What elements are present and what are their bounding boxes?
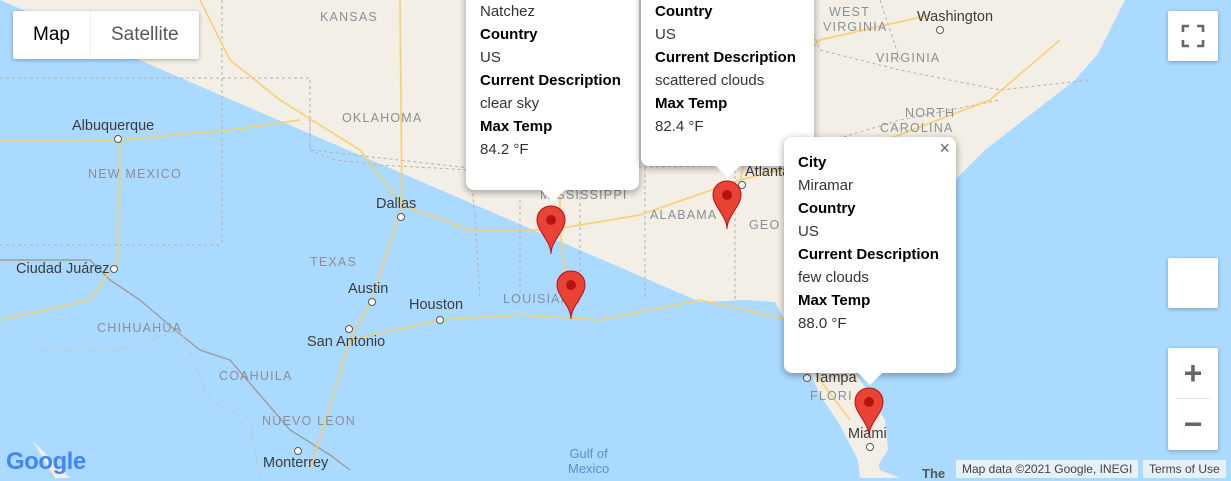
info-value: 88.0 °F — [798, 315, 847, 332]
state-label: VIRGINIA — [823, 20, 888, 34]
water-label-line: Mexico — [568, 461, 610, 476]
info-value: few clouds — [798, 269, 869, 286]
state-label: TEXAS — [310, 255, 357, 269]
info-key: Max Temp — [798, 292, 871, 309]
state-label: VIRGINIA — [876, 51, 941, 65]
city-label: Houston — [409, 297, 464, 313]
info-value: Natchez — [480, 3, 536, 20]
info-window: × City Miramar Country US Current Descri… — [784, 137, 956, 385]
info-key: City — [798, 154, 827, 171]
map-type-satellite-button[interactable]: Satellite — [89, 11, 199, 59]
city-label: Dallas — [376, 196, 417, 212]
city-dot — [294, 447, 302, 455]
info-key: Country — [480, 26, 538, 43]
info-value: 84.2 °F — [480, 141, 529, 158]
info-key: Current Description — [655, 49, 796, 66]
state-label: NEW MEXICO — [88, 167, 182, 181]
map-type-map-button[interactable]: Map — [13, 11, 90, 59]
info-key: Current Description — [798, 246, 939, 263]
city-dot — [436, 316, 444, 324]
street-view-button[interactable] — [1168, 258, 1218, 308]
partial-label: The — [922, 466, 946, 481]
zoom-out-button[interactable]: − — [1168, 399, 1218, 449]
city-dot — [866, 443, 874, 451]
info-key: Country — [655, 3, 713, 20]
attribution: Map data ©2021 Google, INEGI — [956, 460, 1139, 478]
water-label: Gulf of Mexico — [568, 446, 609, 476]
state-label: CHIHUAHUA — [97, 321, 183, 335]
info-window: Natchez Country US Current Description c… — [466, 0, 639, 202]
info-value: 82.4 °F — [655, 118, 704, 135]
google-logo: Google — [6, 448, 86, 476]
state-label: CAROLINA — [880, 121, 954, 135]
info-value: US — [655, 26, 676, 43]
info-key: Country — [798, 200, 856, 217]
city-label: Ciudad Juárez — [16, 261, 110, 277]
info-value: US — [480, 49, 501, 66]
city-label: Albuquerque — [72, 118, 155, 134]
city-dot — [110, 265, 118, 273]
state-label: WEST — [829, 5, 870, 19]
map-type-control: Map Satellite — [13, 11, 199, 59]
water-label-line: Gulf of — [569, 446, 608, 461]
google-logo-text: Google — [6, 448, 86, 475]
zoom-in-button[interactable]: + — [1168, 348, 1218, 398]
info-value: clear sky — [480, 95, 540, 112]
fullscreen-button[interactable] — [1168, 11, 1218, 61]
state-label: GEO — [749, 218, 781, 232]
state-label: COAHUILA — [219, 369, 293, 383]
state-label: FLORI — [810, 389, 853, 403]
city-dot — [397, 213, 405, 221]
close-icon[interactable]: × — [939, 139, 950, 157]
zoom-control: + − — [1168, 348, 1218, 450]
mexico-border — [0, 259, 351, 471]
map-marker[interactable] — [556, 270, 586, 320]
info-value: scattered clouds — [655, 72, 765, 89]
info-key: Max Temp — [655, 95, 728, 112]
info-value: Miramar — [798, 177, 853, 194]
terms-link[interactable]: Terms of Use — [1143, 460, 1226, 478]
city-dot — [936, 26, 944, 34]
city-dot — [368, 298, 376, 306]
city-label: Austin — [348, 281, 389, 297]
state-label: NORTH — [905, 106, 956, 120]
info-key: Current Description — [480, 72, 621, 89]
city-label: Monterrey — [263, 455, 329, 471]
state-label: ALABAMA — [650, 208, 718, 222]
city-dot — [345, 325, 353, 333]
city-label: Washington — [917, 9, 994, 25]
state-label: NUEVO LEON — [262, 414, 356, 428]
map-marker[interactable] — [536, 205, 566, 255]
info-key: Max Temp — [480, 118, 553, 135]
state-label: KANSAS — [320, 10, 378, 24]
map-marker[interactable] — [854, 387, 884, 437]
map-marker[interactable] — [712, 180, 742, 230]
info-value: US — [798, 223, 819, 240]
fullscreen-icon — [1181, 24, 1205, 48]
city-label: San Antonio — [307, 334, 386, 350]
state-label: OKLAHOMA — [342, 111, 423, 125]
city-dot — [114, 135, 122, 143]
city-dot — [803, 374, 811, 382]
